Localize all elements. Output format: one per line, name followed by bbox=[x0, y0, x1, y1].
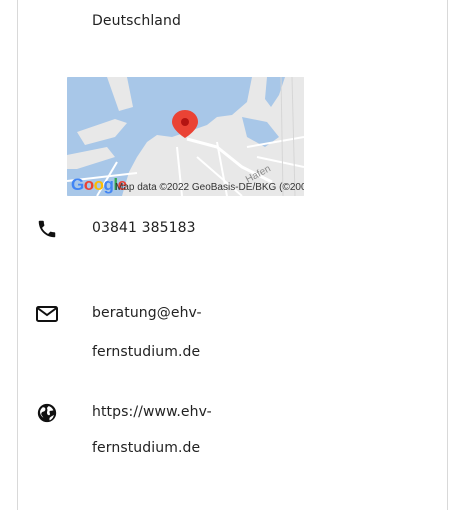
email-link-line2[interactable]: fernstudium.de bbox=[92, 344, 200, 360]
map-attribution: Map data ©2022 GeoBasis-DE/BKG (©2009) bbox=[115, 182, 304, 193]
phone-icon bbox=[36, 218, 58, 240]
right-divider bbox=[447, 0, 448, 510]
left-divider bbox=[17, 0, 18, 510]
website-link-line2[interactable]: fernstudium.de bbox=[92, 440, 200, 456]
phone-link[interactable]: 03841 385183 bbox=[92, 220, 196, 236]
email-link-line1[interactable]: beratung@ehv- bbox=[92, 305, 202, 321]
envelope-icon bbox=[35, 303, 58, 325]
address-country: Deutschland bbox=[92, 13, 181, 29]
location-map[interactable]: Hafen Google Map data ©2022 GeoBasis-DE/… bbox=[67, 77, 304, 196]
globe-icon bbox=[36, 402, 58, 424]
website-link-line1[interactable]: https://www.ehv- bbox=[92, 404, 212, 420]
